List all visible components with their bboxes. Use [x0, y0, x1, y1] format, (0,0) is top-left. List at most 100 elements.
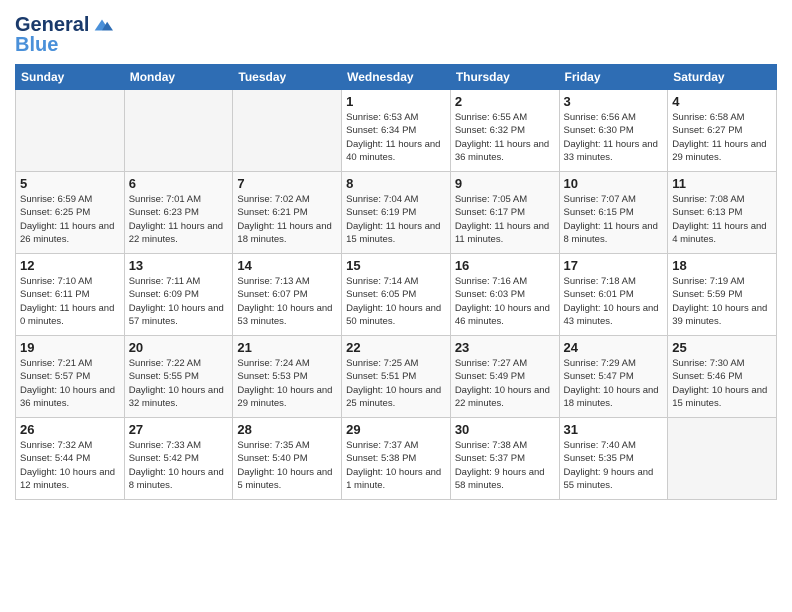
day-info: Sunrise: 7:22 AM Sunset: 5:55 PM Dayligh… — [129, 357, 229, 410]
day-number: 27 — [129, 422, 229, 437]
day-number: 20 — [129, 340, 229, 355]
calendar-day-cell: 15 Sunrise: 7:14 AM Sunset: 6:05 PM Dayli… — [342, 254, 451, 336]
calendar-day-cell: 20 Sunrise: 7:22 AM Sunset: 5:55 PM Dayli… — [124, 336, 233, 418]
day-number: 9 — [455, 176, 555, 191]
calendar-day-cell: 23 Sunrise: 7:27 AM Sunset: 5:49 PM Dayli… — [450, 336, 559, 418]
day-number: 2 — [455, 94, 555, 109]
calendar-day-cell: 1 Sunrise: 6:53 AM Sunset: 6:34 PM Daylig… — [342, 90, 451, 172]
calendar-day-cell: 14 Sunrise: 7:13 AM Sunset: 6:07 PM Dayli… — [233, 254, 342, 336]
calendar-day-cell: 9 Sunrise: 7:05 AM Sunset: 6:17 PM Daylig… — [450, 172, 559, 254]
day-number: 25 — [672, 340, 772, 355]
day-number: 7 — [237, 176, 337, 191]
day-info: Sunrise: 7:32 AM Sunset: 5:44 PM Dayligh… — [20, 439, 120, 492]
day-info: Sunrise: 6:55 AM Sunset: 6:32 PM Dayligh… — [455, 111, 555, 164]
day-info: Sunrise: 7:37 AM Sunset: 5:38 PM Dayligh… — [346, 439, 446, 492]
day-number: 21 — [237, 340, 337, 355]
calendar-week-row: 26 Sunrise: 7:32 AM Sunset: 5:44 PM Dayli… — [16, 418, 777, 500]
day-info: Sunrise: 6:59 AM Sunset: 6:25 PM Dayligh… — [20, 193, 120, 246]
calendar-day-cell: 27 Sunrise: 7:33 AM Sunset: 5:42 PM Dayli… — [124, 418, 233, 500]
day-info: Sunrise: 7:33 AM Sunset: 5:42 PM Dayligh… — [129, 439, 229, 492]
day-info: Sunrise: 7:05 AM Sunset: 6:17 PM Dayligh… — [455, 193, 555, 246]
day-info: Sunrise: 6:56 AM Sunset: 6:30 PM Dayligh… — [564, 111, 664, 164]
calendar-day-cell: 6 Sunrise: 7:01 AM Sunset: 6:23 PM Daylig… — [124, 172, 233, 254]
day-number: 12 — [20, 258, 120, 273]
calendar-week-row: 1 Sunrise: 6:53 AM Sunset: 6:34 PM Daylig… — [16, 90, 777, 172]
day-info: Sunrise: 7:16 AM Sunset: 6:03 PM Dayligh… — [455, 275, 555, 328]
day-number: 15 — [346, 258, 446, 273]
day-info: Sunrise: 7:40 AM Sunset: 5:35 PM Dayligh… — [564, 439, 664, 492]
calendar-day-cell: 28 Sunrise: 7:35 AM Sunset: 5:40 PM Dayli… — [233, 418, 342, 500]
calendar-day-cell: 3Sunrise: 6:56 AM Sunset: 6:30 PM Daylig… — [559, 90, 668, 172]
logo-icon — [91, 14, 113, 36]
calendar-day-cell: 21 Sunrise: 7:24 AM Sunset: 5:53 PM Dayli… — [233, 336, 342, 418]
day-number: 28 — [237, 422, 337, 437]
day-info: Sunrise: 7:10 AM Sunset: 6:11 PM Dayligh… — [20, 275, 120, 328]
day-number: 30 — [455, 422, 555, 437]
day-info: Sunrise: 7:11 AM Sunset: 6:09 PM Dayligh… — [129, 275, 229, 328]
day-number: 26 — [20, 422, 120, 437]
calendar-day-cell: 25 Sunrise: 7:30 AM Sunset: 5:46 PM Dayli… — [668, 336, 777, 418]
logo-text-blue: Blue — [15, 34, 58, 56]
calendar-day-cell: 13 Sunrise: 7:11 AM Sunset: 6:09 PM Dayli… — [124, 254, 233, 336]
calendar-container: General Blue SundayMondayTuesdayWednesda… — [0, 0, 792, 510]
weekday-header: Thursday — [450, 65, 559, 90]
calendar-day-cell — [16, 90, 125, 172]
day-number: 17 — [564, 258, 664, 273]
day-info: Sunrise: 6:58 AM Sunset: 6:27 PM Dayligh… — [672, 111, 772, 164]
weekday-header: Saturday — [668, 65, 777, 90]
calendar-day-cell — [124, 90, 233, 172]
day-number: 19 — [20, 340, 120, 355]
calendar-day-cell: 26 Sunrise: 7:32 AM Sunset: 5:44 PM Dayli… — [16, 418, 125, 500]
weekday-header: Tuesday — [233, 65, 342, 90]
day-number: 6 — [129, 176, 229, 191]
calendar-day-cell: 24Sunrise: 7:29 AM Sunset: 5:47 PM Dayli… — [559, 336, 668, 418]
calendar-table: SundayMondayTuesdayWednesdayThursdayFrid… — [15, 64, 777, 500]
calendar-day-cell: 31 Sunrise: 7:40 AM Sunset: 5:35 PM Dayli… — [559, 418, 668, 500]
day-info: Sunrise: 7:13 AM Sunset: 6:07 PM Dayligh… — [237, 275, 337, 328]
day-number: 8 — [346, 176, 446, 191]
day-number: 22 — [346, 340, 446, 355]
day-number: 16 — [455, 258, 555, 273]
day-info: Sunrise: 7:19 AM Sunset: 5:59 PM Dayligh… — [672, 275, 772, 328]
calendar-day-cell: 17 Sunrise: 7:18 AM Sunset: 6:01 PM Dayli… — [559, 254, 668, 336]
day-number: 11 — [672, 176, 772, 191]
weekday-header: Monday — [124, 65, 233, 90]
calendar-day-cell: 16 Sunrise: 7:16 AM Sunset: 6:03 PM Dayli… — [450, 254, 559, 336]
day-number: 5 — [20, 176, 120, 191]
day-info: Sunrise: 7:02 AM Sunset: 6:21 PM Dayligh… — [237, 193, 337, 246]
day-number: 14 — [237, 258, 337, 273]
calendar-day-cell: 18Sunrise: 7:19 AM Sunset: 5:59 PM Dayli… — [668, 254, 777, 336]
day-number: 1 — [346, 94, 446, 109]
day-info: Sunrise: 7:35 AM Sunset: 5:40 PM Dayligh… — [237, 439, 337, 492]
day-info: Sunrise: 7:27 AM Sunset: 5:49 PM Dayligh… — [455, 357, 555, 410]
logo-text: General — [15, 14, 89, 36]
day-info: Sunrise: 7:07 AM Sunset: 6:15 PM Dayligh… — [564, 193, 664, 246]
calendar-day-cell: 8 Sunrise: 7:04 AM Sunset: 6:19 PM Daylig… — [342, 172, 451, 254]
day-number: 13 — [129, 258, 229, 273]
calendar-day-cell: 11 Sunrise: 7:08 AM Sunset: 6:13 PM Dayli… — [668, 172, 777, 254]
day-info: Sunrise: 7:14 AM Sunset: 6:05 PM Dayligh… — [346, 275, 446, 328]
day-info: Sunrise: 7:30 AM Sunset: 5:46 PM Dayligh… — [672, 357, 772, 410]
day-number: 31 — [564, 422, 664, 437]
header: General Blue — [15, 10, 777, 56]
calendar-week-row: 12 Sunrise: 7:10 AM Sunset: 6:11 PM Dayli… — [16, 254, 777, 336]
day-info: Sunrise: 6:53 AM Sunset: 6:34 PM Dayligh… — [346, 111, 446, 164]
calendar-day-cell: 2 Sunrise: 6:55 AM Sunset: 6:32 PM Daylig… — [450, 90, 559, 172]
day-info: Sunrise: 7:24 AM Sunset: 5:53 PM Dayligh… — [237, 357, 337, 410]
calendar-day-cell: 12 Sunrise: 7:10 AM Sunset: 6:11 PM Dayli… — [16, 254, 125, 336]
day-info: Sunrise: 7:01 AM Sunset: 6:23 PM Dayligh… — [129, 193, 229, 246]
day-info: Sunrise: 7:18 AM Sunset: 6:01 PM Dayligh… — [564, 275, 664, 328]
calendar-day-cell: 4 Sunrise: 6:58 AM Sunset: 6:27 PM Daylig… — [668, 90, 777, 172]
calendar-day-cell: 19Sunrise: 7:21 AM Sunset: 5:57 PM Dayli… — [16, 336, 125, 418]
day-number: 29 — [346, 422, 446, 437]
weekday-header: Sunday — [16, 65, 125, 90]
day-number: 4 — [672, 94, 772, 109]
day-info: Sunrise: 7:04 AM Sunset: 6:19 PM Dayligh… — [346, 193, 446, 246]
calendar-day-cell: 5 Sunrise: 6:59 AM Sunset: 6:25 PM Daylig… — [16, 172, 125, 254]
day-info: Sunrise: 7:08 AM Sunset: 6:13 PM Dayligh… — [672, 193, 772, 246]
calendar-day-cell — [233, 90, 342, 172]
day-info: Sunrise: 7:38 AM Sunset: 5:37 PM Dayligh… — [455, 439, 555, 492]
calendar-day-cell: 7 Sunrise: 7:02 AM Sunset: 6:21 PM Daylig… — [233, 172, 342, 254]
day-number: 10 — [564, 176, 664, 191]
day-number: 23 — [455, 340, 555, 355]
